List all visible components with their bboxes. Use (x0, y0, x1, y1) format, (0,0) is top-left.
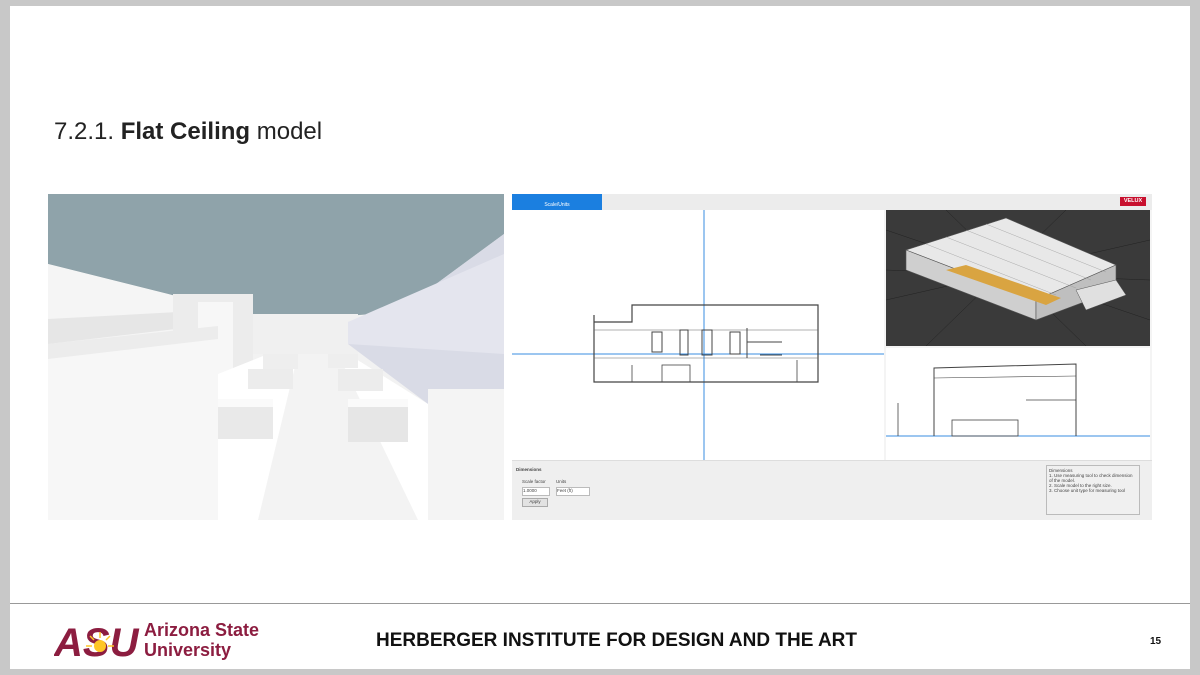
plan-view[interactable] (512, 210, 884, 460)
scale-factor-label: Scale factor (522, 479, 546, 484)
elevation-view[interactable] (886, 348, 1150, 460)
slide-title: 7.2.1. Flat Ceiling model (54, 118, 322, 146)
tab-4[interactable] (780, 194, 866, 210)
units-label: Units (556, 479, 567, 484)
title-bold: Flat Ceiling (120, 118, 251, 145)
interior-render-image (48, 194, 504, 520)
university-line2: University (144, 640, 232, 660)
interior-render-svg (48, 194, 504, 520)
velux-logo: VELUX (1120, 197, 1146, 206)
elevation-drawing (886, 363, 1150, 437)
tab-5[interactable] (868, 194, 954, 210)
plan-drawing (512, 210, 884, 460)
section-number: 7.2.1. (54, 118, 115, 145)
footer-divider (10, 603, 1190, 604)
asu-sunburst-icon: ASU (54, 621, 140, 660)
asu-logo: ASU Arizona State University (54, 618, 284, 664)
tab-3[interactable] (692, 194, 778, 210)
title-rest: model (256, 118, 323, 145)
university-line1: Arizona State (144, 620, 260, 640)
app-tabbar: Scale/Units VELUX (512, 194, 1152, 210)
svg-text:ASU: ASU (54, 621, 140, 660)
help-text-box: Dimensions 1. Use measuring tool to chec… (1046, 465, 1140, 515)
software-screenshot: Scale/Units VELUX Dimensions Scale facto… (512, 194, 1152, 520)
page-number: 15 (1150, 636, 1162, 647)
dimensions-panel: Dimensions Scale factor 1.0000 Units Fee… (512, 460, 1152, 520)
apply-button[interactable]: Apply (522, 498, 548, 507)
tab-scale-units[interactable]: Scale/Units (512, 194, 602, 210)
institute-name: HERBERGER INSTITUTE FOR DESIGN AND THE A… (376, 630, 857, 651)
scale-factor-input[interactable]: 1.0000 (522, 487, 550, 496)
slide: 7.2.1. Flat Ceiling model Scale/Units VE… (10, 6, 1190, 669)
dimensions-heading: Dimensions (516, 467, 542, 472)
3d-view[interactable] (885, 209, 1151, 347)
units-select[interactable]: Feet (ft) (556, 487, 590, 496)
3d-model-drawing (885, 209, 1151, 347)
tab-2[interactable] (604, 194, 690, 210)
